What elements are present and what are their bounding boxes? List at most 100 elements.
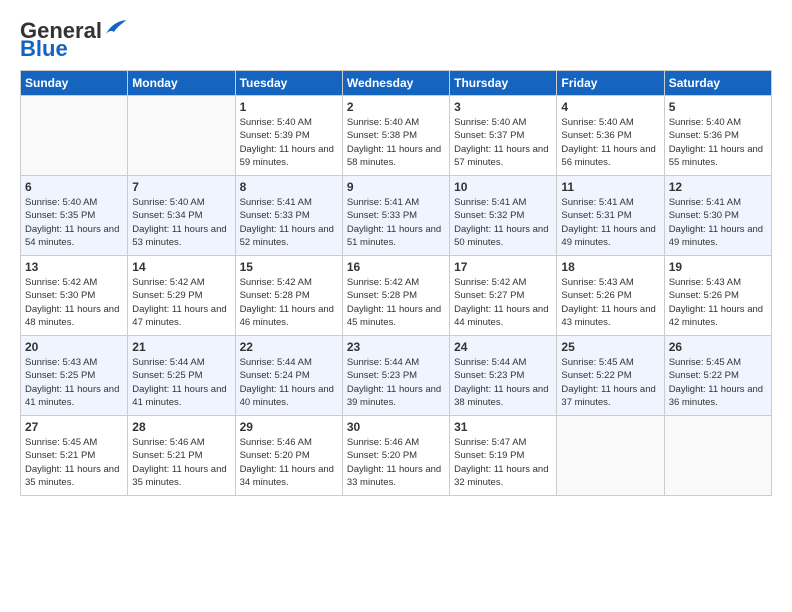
sunrise-label: Sunrise: 5:45 AM <box>25 437 97 448</box>
daylight-label: Daylight: 11 hours and 54 minutes. <box>25 224 119 248</box>
day-info: Sunrise: 5:46 AM Sunset: 5:21 PM Dayligh… <box>132 436 230 489</box>
daylight-label: Daylight: 11 hours and 37 minutes. <box>561 384 655 408</box>
daylight-label: Daylight: 11 hours and 49 minutes. <box>669 224 763 248</box>
day-number: 12 <box>669 180 767 194</box>
day-number: 28 <box>132 420 230 434</box>
day-info: Sunrise: 5:41 AM Sunset: 5:32 PM Dayligh… <box>454 196 552 249</box>
weekday-header-wednesday: Wednesday <box>342 71 449 96</box>
daylight-label: Daylight: 11 hours and 46 minutes. <box>240 304 334 328</box>
day-info: Sunrise: 5:40 AM Sunset: 5:37 PM Dayligh… <box>454 116 552 169</box>
calendar-cell: 29 Sunrise: 5:46 AM Sunset: 5:20 PM Dayl… <box>235 416 342 496</box>
weekday-header-thursday: Thursday <box>450 71 557 96</box>
calendar-cell: 5 Sunrise: 5:40 AM Sunset: 5:36 PM Dayli… <box>664 96 771 176</box>
daylight-label: Daylight: 11 hours and 57 minutes. <box>454 144 548 168</box>
sunrise-label: Sunrise: 5:41 AM <box>561 197 633 208</box>
calendar-cell: 15 Sunrise: 5:42 AM Sunset: 5:28 PM Dayl… <box>235 256 342 336</box>
day-number: 13 <box>25 260 123 274</box>
daylight-label: Daylight: 11 hours and 58 minutes. <box>347 144 441 168</box>
sunrise-label: Sunrise: 5:40 AM <box>454 117 526 128</box>
calendar-cell: 7 Sunrise: 5:40 AM Sunset: 5:34 PM Dayli… <box>128 176 235 256</box>
sunset-label: Sunset: 5:26 PM <box>669 290 739 301</box>
calendar-week-row: 27 Sunrise: 5:45 AM Sunset: 5:21 PM Dayl… <box>21 416 772 496</box>
day-number: 31 <box>454 420 552 434</box>
day-info: Sunrise: 5:45 AM Sunset: 5:22 PM Dayligh… <box>669 356 767 409</box>
day-info: Sunrise: 5:40 AM Sunset: 5:36 PM Dayligh… <box>669 116 767 169</box>
calendar-cell: 23 Sunrise: 5:44 AM Sunset: 5:23 PM Dayl… <box>342 336 449 416</box>
calendar-cell: 30 Sunrise: 5:46 AM Sunset: 5:20 PM Dayl… <box>342 416 449 496</box>
sunrise-label: Sunrise: 5:40 AM <box>347 117 419 128</box>
daylight-label: Daylight: 11 hours and 44 minutes. <box>454 304 548 328</box>
day-info: Sunrise: 5:43 AM Sunset: 5:26 PM Dayligh… <box>669 276 767 329</box>
logo-bird-icon <box>104 20 126 38</box>
sunrise-label: Sunrise: 5:41 AM <box>454 197 526 208</box>
day-number: 18 <box>561 260 659 274</box>
day-number: 9 <box>347 180 445 194</box>
sunset-label: Sunset: 5:32 PM <box>454 210 524 221</box>
sunset-label: Sunset: 5:20 PM <box>347 450 417 461</box>
sunset-label: Sunset: 5:29 PM <box>132 290 202 301</box>
daylight-label: Daylight: 11 hours and 45 minutes. <box>347 304 441 328</box>
logo-blue: Blue <box>20 36 68 61</box>
day-info: Sunrise: 5:42 AM Sunset: 5:29 PM Dayligh… <box>132 276 230 329</box>
daylight-label: Daylight: 11 hours and 42 minutes. <box>669 304 763 328</box>
day-info: Sunrise: 5:40 AM Sunset: 5:35 PM Dayligh… <box>25 196 123 249</box>
calendar-week-row: 6 Sunrise: 5:40 AM Sunset: 5:35 PM Dayli… <box>21 176 772 256</box>
daylight-label: Daylight: 11 hours and 41 minutes. <box>25 384 119 408</box>
day-info: Sunrise: 5:41 AM Sunset: 5:33 PM Dayligh… <box>347 196 445 249</box>
sunrise-label: Sunrise: 5:43 AM <box>669 277 741 288</box>
sunset-label: Sunset: 5:23 PM <box>454 370 524 381</box>
sunset-label: Sunset: 5:31 PM <box>561 210 631 221</box>
sunrise-label: Sunrise: 5:46 AM <box>347 437 419 448</box>
day-number: 19 <box>669 260 767 274</box>
day-info: Sunrise: 5:44 AM Sunset: 5:23 PM Dayligh… <box>454 356 552 409</box>
daylight-label: Daylight: 11 hours and 47 minutes. <box>132 304 226 328</box>
weekday-header-sunday: Sunday <box>21 71 128 96</box>
day-number: 21 <box>132 340 230 354</box>
sunset-label: Sunset: 5:33 PM <box>240 210 310 221</box>
sunset-label: Sunset: 5:20 PM <box>240 450 310 461</box>
sunrise-label: Sunrise: 5:44 AM <box>240 357 312 368</box>
sunrise-label: Sunrise: 5:47 AM <box>454 437 526 448</box>
sunset-label: Sunset: 5:22 PM <box>561 370 631 381</box>
calendar-cell: 21 Sunrise: 5:44 AM Sunset: 5:25 PM Dayl… <box>128 336 235 416</box>
sunset-label: Sunset: 5:26 PM <box>561 290 631 301</box>
sunrise-label: Sunrise: 5:40 AM <box>240 117 312 128</box>
day-number: 20 <box>25 340 123 354</box>
weekday-header-monday: Monday <box>128 71 235 96</box>
day-info: Sunrise: 5:46 AM Sunset: 5:20 PM Dayligh… <box>347 436 445 489</box>
day-info: Sunrise: 5:42 AM Sunset: 5:28 PM Dayligh… <box>347 276 445 329</box>
daylight-label: Daylight: 11 hours and 53 minutes. <box>132 224 226 248</box>
weekday-header-friday: Friday <box>557 71 664 96</box>
daylight-label: Daylight: 11 hours and 36 minutes. <box>669 384 763 408</box>
calendar-cell: 22 Sunrise: 5:44 AM Sunset: 5:24 PM Dayl… <box>235 336 342 416</box>
daylight-label: Daylight: 11 hours and 35 minutes. <box>132 464 226 488</box>
day-info: Sunrise: 5:41 AM Sunset: 5:31 PM Dayligh… <box>561 196 659 249</box>
calendar-cell <box>21 96 128 176</box>
sunrise-label: Sunrise: 5:40 AM <box>132 197 204 208</box>
day-number: 11 <box>561 180 659 194</box>
day-info: Sunrise: 5:43 AM Sunset: 5:26 PM Dayligh… <box>561 276 659 329</box>
sunset-label: Sunset: 5:19 PM <box>454 450 524 461</box>
calendar-cell: 8 Sunrise: 5:41 AM Sunset: 5:33 PM Dayli… <box>235 176 342 256</box>
calendar-cell <box>664 416 771 496</box>
calendar-cell: 28 Sunrise: 5:46 AM Sunset: 5:21 PM Dayl… <box>128 416 235 496</box>
day-info: Sunrise: 5:42 AM Sunset: 5:30 PM Dayligh… <box>25 276 123 329</box>
calendar-cell: 25 Sunrise: 5:45 AM Sunset: 5:22 PM Dayl… <box>557 336 664 416</box>
day-number: 25 <box>561 340 659 354</box>
calendar-cell: 17 Sunrise: 5:42 AM Sunset: 5:27 PM Dayl… <box>450 256 557 336</box>
day-info: Sunrise: 5:44 AM Sunset: 5:24 PM Dayligh… <box>240 356 338 409</box>
sunset-label: Sunset: 5:21 PM <box>25 450 95 461</box>
day-info: Sunrise: 5:42 AM Sunset: 5:28 PM Dayligh… <box>240 276 338 329</box>
daylight-label: Daylight: 11 hours and 41 minutes. <box>132 384 226 408</box>
sunset-label: Sunset: 5:23 PM <box>347 370 417 381</box>
day-info: Sunrise: 5:44 AM Sunset: 5:23 PM Dayligh… <box>347 356 445 409</box>
calendar-cell: 1 Sunrise: 5:40 AM Sunset: 5:39 PM Dayli… <box>235 96 342 176</box>
day-info: Sunrise: 5:41 AM Sunset: 5:30 PM Dayligh… <box>669 196 767 249</box>
day-number: 26 <box>669 340 767 354</box>
sunset-label: Sunset: 5:34 PM <box>132 210 202 221</box>
sunrise-label: Sunrise: 5:46 AM <box>240 437 312 448</box>
day-number: 7 <box>132 180 230 194</box>
calendar-cell: 6 Sunrise: 5:40 AM Sunset: 5:35 PM Dayli… <box>21 176 128 256</box>
sunset-label: Sunset: 5:33 PM <box>347 210 417 221</box>
day-info: Sunrise: 5:40 AM Sunset: 5:39 PM Dayligh… <box>240 116 338 169</box>
